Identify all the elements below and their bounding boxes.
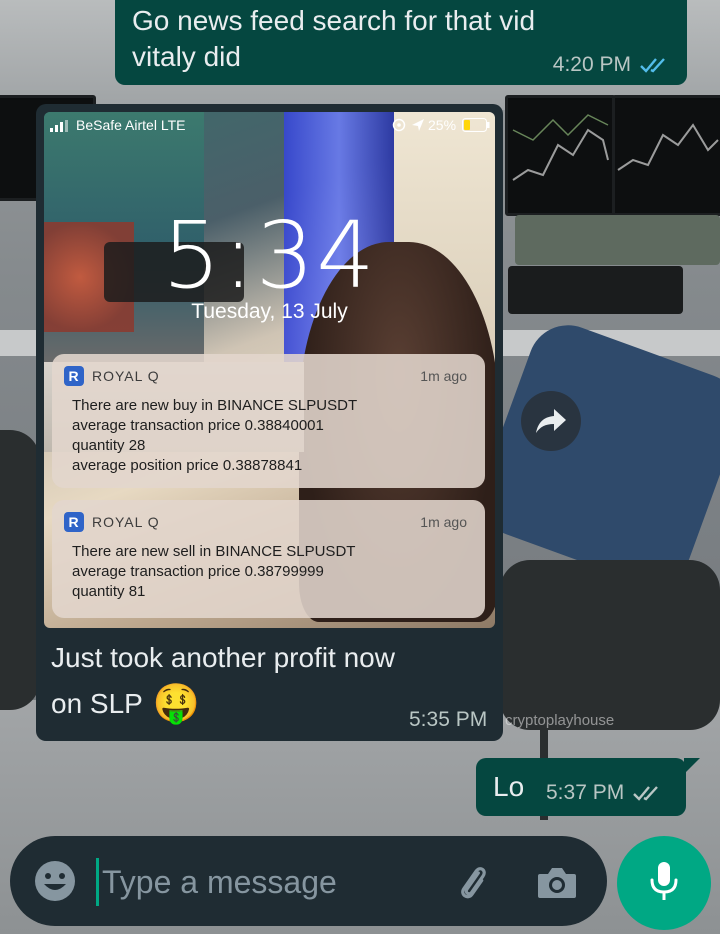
message-time: 5:35 PM [409, 708, 488, 731]
camera-icon[interactable] [534, 860, 580, 906]
carrier-label: BeSafe Airtel LTE [76, 117, 186, 133]
signal-icon [50, 120, 68, 132]
wallpaper-chair [500, 560, 720, 730]
message-text-line: Just took another profit now [51, 642, 395, 673]
wallpaper-watermark: cryptoplayhouse [505, 712, 615, 729]
notification-time: 1m ago [420, 514, 467, 530]
notification-line: average transaction price 0.38799999 [72, 563, 324, 580]
lockscreen-date: Tuesday, 13 July [191, 300, 348, 323]
message-meta: 5:35 PM [409, 708, 487, 732]
phone-status-bar: BeSafe Airtel LTE 25% [44, 112, 495, 138]
location-icon [412, 119, 424, 131]
notification-app-name: ROYAL Q [92, 368, 160, 384]
message-image[interactable]: BeSafe Airtel LTE 25% 5:34 Tuesday, 13 J… [44, 112, 495, 628]
notification-card: R ROYAL Q 1m ago There are new buy in BI… [52, 354, 485, 488]
message-time: 4:20 PM [552, 53, 631, 76]
forward-arrow-icon [536, 409, 566, 433]
notification-line: average transaction price 0.38840001 [72, 417, 324, 434]
notification-line: average position price 0.38878841 [72, 457, 303, 474]
notification-line: quantity 81 [72, 583, 146, 600]
lockscreen-clock: 5:34 [162, 202, 377, 309]
battery-percent: 25% [428, 117, 457, 133]
notification-line: There are new sell in BINANCE SLPUSDT [72, 543, 356, 560]
forward-button[interactable] [521, 391, 581, 451]
wallpaper-keyboard [508, 266, 683, 314]
message-text-line: on SLP [51, 688, 143, 719]
delivered-ticks-icon [633, 786, 659, 801]
microphone-icon [650, 862, 678, 900]
message-composer [10, 836, 607, 926]
voice-record-button[interactable] [617, 836, 711, 930]
notification-line: There are new buy in BINANCE SLPUSDT [72, 397, 358, 414]
money-mouth-emoji-icon: 🤑 [152, 683, 201, 725]
notification-line: quantity 28 [72, 437, 146, 454]
message-meta: 5:37 PM [546, 781, 664, 805]
bubble-tail [684, 758, 700, 774]
notification-card: R ROYAL Q 1m ago There are new sell in B… [52, 500, 485, 618]
outgoing-message[interactable]: Lo 5:37 PM [476, 758, 686, 816]
attach-icon[interactable] [450, 860, 496, 906]
message-text-line: Go news feed search for that vid [132, 5, 536, 36]
message-time: 5:37 PM [546, 781, 625, 804]
wallpaper-person [469, 314, 720, 596]
read-ticks-icon [640, 58, 665, 73]
wallpaper-chair [0, 430, 40, 710]
text-caret [96, 858, 99, 906]
message-meta: 4:20 PM [553, 53, 671, 77]
notification-app-name: ROYAL Q [92, 514, 160, 530]
wallpaper-desk-items [515, 215, 720, 265]
wallpaper-chart-lines [512, 114, 719, 181]
emoji-icon[interactable] [32, 858, 78, 904]
battery-icon [462, 118, 490, 132]
royal-q-app-icon: R [64, 366, 84, 386]
alarm-icon [392, 118, 406, 132]
royal-q-app-icon: R [64, 512, 84, 532]
notification-time: 1m ago [420, 368, 467, 384]
message-input[interactable] [102, 854, 422, 910]
message-text: Lo [493, 771, 525, 802]
message-text-line: vitaly did [132, 41, 241, 72]
outgoing-message[interactable]: Go news feed search for that vid vitaly … [115, 0, 687, 85]
